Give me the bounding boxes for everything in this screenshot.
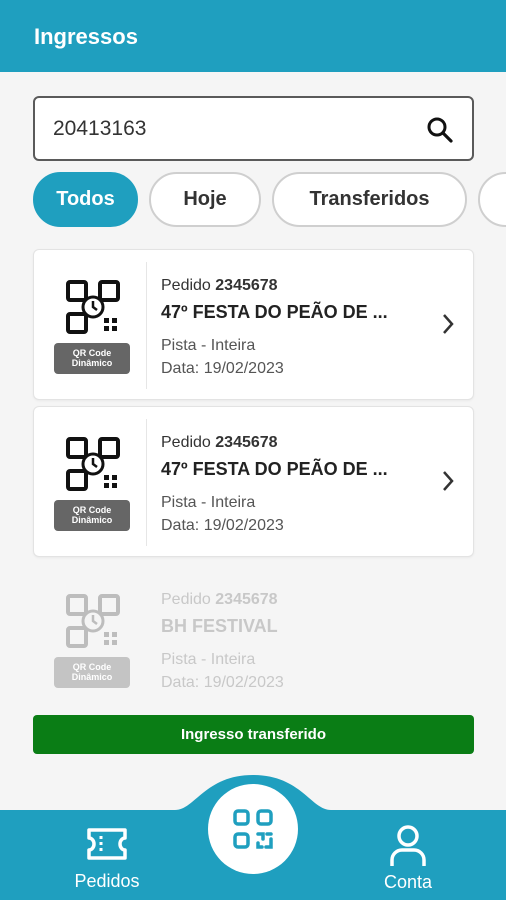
- ticket-date: Data: 19/02/2023: [161, 674, 284, 691]
- order-number: Pedido 2345678: [161, 277, 278, 294]
- ticket-sector: Pista - Inteira: [161, 651, 256, 668]
- ticket-card[interactable]: QR Code Dinâmico Pedido 2345678 47º FESTA…: [33, 406, 474, 557]
- filter-next-chip[interactable]: [478, 172, 506, 227]
- filter-transferidos[interactable]: Transferidos: [272, 172, 467, 227]
- nav-label-conta: Conta: [383, 872, 433, 892]
- qr-dynamic-badge: QR Code Dinâmico: [54, 657, 130, 688]
- nav-label-pedidos: Pedidos: [74, 871, 140, 891]
- transferred-status-banner: Ingresso transferido: [33, 715, 474, 754]
- qr-code-icon: [66, 437, 120, 491]
- ticket-card-transferred[interactable]: QR Code Dinâmico Pedido 2345678 BH FESTIV…: [33, 563, 474, 714]
- qr-scan-icon: [233, 809, 273, 849]
- qr-dynamic-badge: QR Code Dinâmico: [54, 500, 130, 531]
- qr-code-icon: [66, 280, 120, 334]
- qr-dynamic-badge: QR Code Dinâmico: [54, 343, 130, 374]
- chevron-right-icon[interactable]: [441, 470, 455, 492]
- qr-code-icon: [66, 594, 120, 648]
- nav-pedidos[interactable]: Pedidos: [52, 822, 162, 894]
- user-icon: [390, 825, 426, 866]
- ticket-icon: [87, 828, 127, 860]
- filter-chips: Todos Hoje Transferidos: [33, 172, 506, 228]
- ticket-sector: Pista - Inteira: [161, 337, 256, 354]
- card-divider: [146, 419, 147, 546]
- search-box[interactable]: [33, 96, 474, 161]
- ticket-card[interactable]: QR Code Dinâmico Pedido 2345678 47º FESTA…: [33, 249, 474, 400]
- search-icon[interactable]: [426, 116, 454, 144]
- ticket-sector: Pista - Inteira: [161, 494, 256, 511]
- card-divider: [146, 262, 147, 389]
- order-number: Pedido 2345678: [161, 591, 278, 608]
- filter-hoje[interactable]: Hoje: [149, 172, 261, 227]
- app-header: Ingressos: [0, 0, 506, 72]
- event-name: 47º FESTA DO PEÃO DE ...: [161, 302, 388, 322]
- qr-scan-button[interactable]: [208, 784, 298, 874]
- ticket-date: Data: 19/02/2023: [161, 360, 284, 377]
- ticket-date: Data: 19/02/2023: [161, 517, 284, 534]
- search-input[interactable]: [53, 112, 413, 146]
- nav-conta[interactable]: Conta: [353, 822, 463, 894]
- event-name: 47º FESTA DO PEÃO DE ...: [161, 459, 388, 479]
- order-number: Pedido 2345678: [161, 434, 278, 451]
- event-name: BH FESTIVAL: [161, 616, 278, 636]
- filter-todos[interactable]: Todos: [33, 172, 138, 227]
- page-title: Ingressos: [34, 24, 138, 49]
- chevron-right-icon[interactable]: [441, 313, 455, 335]
